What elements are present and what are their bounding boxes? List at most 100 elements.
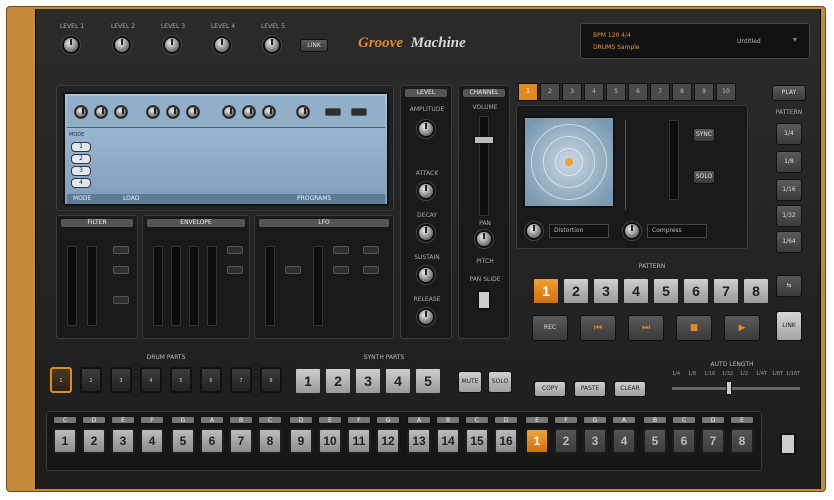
screen-knob[interactable]: [223, 106, 235, 118]
step-button-5[interactable]: 5: [171, 428, 195, 454]
prev-button[interactable]: ⏮: [580, 315, 616, 341]
step-button-20[interactable]: 4: [612, 428, 636, 454]
lfo-toggle[interactable]: [333, 266, 349, 274]
distortion-field[interactable]: Distortion: [549, 224, 609, 238]
auto-length-slider-track[interactable]: [672, 387, 800, 390]
synth-part-4[interactable]: 4: [384, 367, 412, 395]
level-knob-1[interactable]: [62, 36, 80, 54]
voice-button-2[interactable]: 2: [71, 154, 91, 164]
filter-toggle[interactable]: [113, 246, 129, 254]
envelope-toggle[interactable]: [227, 246, 243, 254]
pattern-pad-7[interactable]: 7: [712, 277, 740, 305]
step-note-label[interactable]: B: [436, 416, 460, 424]
pan-knob[interactable]: [475, 230, 493, 248]
xy-tab-7[interactable]: 7: [650, 83, 670, 101]
xy-tab-9[interactable]: 9: [694, 83, 714, 101]
auto-length-slider-thumb[interactable]: [726, 381, 732, 395]
step-note-label[interactable]: E: [730, 416, 754, 424]
rate-button-1-64[interactable]: 1/64: [776, 231, 802, 253]
voice-button-4[interactable]: 4: [71, 178, 91, 188]
step-button-4[interactable]: 4: [140, 428, 164, 454]
step-note-label[interactable]: A: [407, 416, 431, 424]
step-button-9[interactable]: 9: [289, 428, 313, 454]
drum-part-3[interactable]: 3: [110, 367, 132, 393]
step-button-7[interactable]: 7: [229, 428, 253, 454]
pattern-pad-1[interactable]: 1: [532, 277, 560, 305]
pattern-pad-6[interactable]: 6: [682, 277, 710, 305]
play-mode-button[interactable]: PLAY: [772, 85, 806, 101]
solo-part-button[interactable]: SOLO: [488, 371, 512, 393]
sustain-knob[interactable]: [417, 266, 435, 284]
filter-slider[interactable]: [67, 246, 77, 326]
step-button-11[interactable]: 11: [347, 428, 371, 454]
drum-part-4[interactable]: 4: [140, 367, 162, 393]
step-button-18[interactable]: 2: [554, 428, 578, 454]
step-button-6[interactable]: 6: [200, 428, 224, 454]
xy-tab-2[interactable]: 2: [540, 83, 560, 101]
envelope-slider[interactable]: [171, 246, 181, 326]
step-note-label[interactable]: D: [289, 416, 313, 424]
pattern-pad-2[interactable]: 2: [562, 277, 590, 305]
level-knob-5[interactable]: [263, 36, 281, 54]
drum-part-6[interactable]: 6: [200, 367, 222, 393]
step-button-1[interactable]: 1: [53, 428, 77, 454]
step-note-label[interactable]: G: [376, 416, 400, 424]
step-note-label[interactable]: C: [672, 416, 696, 424]
load-label[interactable]: LOAD: [123, 195, 139, 202]
screen-toggle[interactable]: [325, 108, 341, 116]
step-note-label[interactable]: F: [554, 416, 578, 424]
xy-tab-1[interactable]: 1: [518, 83, 538, 101]
screen-knob[interactable]: [115, 106, 127, 118]
step-button-15[interactable]: 15: [465, 428, 489, 454]
step-button-22[interactable]: 6: [672, 428, 696, 454]
rate-button-1-8[interactable]: 1/8: [776, 151, 802, 173]
synth-part-3[interactable]: 3: [354, 367, 382, 395]
xy-tab-6[interactable]: 6: [628, 83, 648, 101]
step-button-13[interactable]: 13: [407, 428, 431, 454]
screen-knob[interactable]: [187, 106, 199, 118]
step-button-3[interactable]: 3: [111, 428, 135, 454]
filter-slider[interactable]: [87, 246, 97, 326]
step-button-17[interactable]: 1: [525, 428, 549, 454]
chevron-down-icon[interactable]: ▾: [793, 35, 797, 44]
xy-tab-5[interactable]: 5: [606, 83, 626, 101]
attack-knob[interactable]: [417, 182, 435, 200]
sync-button[interactable]: SYNC: [693, 128, 715, 142]
release-knob[interactable]: [417, 308, 435, 326]
step-switch[interactable]: [780, 433, 796, 455]
link-button[interactable]: LINK: [300, 39, 328, 52]
programs-label[interactable]: PROGRAMS: [297, 195, 331, 202]
pan-slide-switch[interactable]: [477, 290, 491, 310]
xy-right-knob[interactable]: [623, 222, 641, 240]
envelope-toggle[interactable]: [227, 266, 243, 274]
step-button-14[interactable]: 14: [436, 428, 460, 454]
xy-tab-8[interactable]: 8: [672, 83, 692, 101]
level-knob-2[interactable]: [113, 36, 131, 54]
pattern-pad-8[interactable]: 8: [742, 277, 770, 305]
envelope-slider[interactable]: [189, 246, 199, 326]
step-note-label[interactable]: B: [643, 416, 667, 424]
chain-button[interactable]: ⇆: [776, 275, 802, 297]
pattern-pad-4[interactable]: 4: [622, 277, 650, 305]
screen-knob[interactable]: [95, 106, 107, 118]
step-note-label[interactable]: F: [347, 416, 371, 424]
step-button-16[interactable]: 16: [494, 428, 518, 454]
compress-field[interactable]: Compress: [647, 224, 707, 238]
voice-button-1[interactable]: 1: [71, 142, 91, 152]
drum-part-2[interactable]: 2: [80, 367, 102, 393]
step-note-label[interactable]: E: [318, 416, 342, 424]
screen-knob[interactable]: [243, 106, 255, 118]
stop-button[interactable]: ■: [676, 315, 712, 341]
filter-toggle[interactable]: [113, 266, 129, 274]
step-button-23[interactable]: 7: [701, 428, 725, 454]
step-note-label[interactable]: G: [171, 416, 195, 424]
screen-toggle[interactable]: [351, 108, 367, 116]
clear-button[interactable]: CLEAR: [614, 381, 646, 397]
step-note-label[interactable]: C: [258, 416, 282, 424]
synth-part-1[interactable]: 1: [294, 367, 322, 395]
step-note-label[interactable]: F: [140, 416, 164, 424]
lfo-toggle[interactable]: [285, 266, 301, 274]
play-button[interactable]: ▶: [724, 315, 760, 341]
preset-name[interactable]: Untitled: [737, 38, 761, 45]
drum-part-5[interactable]: 5: [170, 367, 192, 393]
